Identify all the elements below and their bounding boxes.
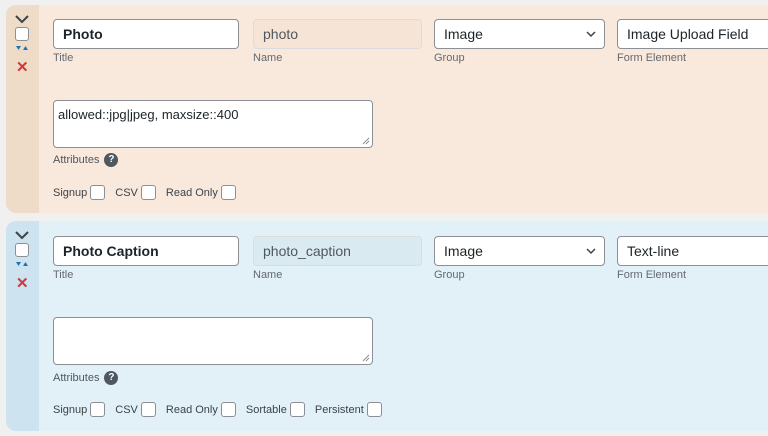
signup-checkbox[interactable]: [90, 185, 106, 200]
name-input[interactable]: photo: [253, 19, 422, 49]
group-select-value: Image: [444, 26, 483, 42]
option-sortable[interactable]: Sortable: [246, 402, 305, 417]
field-row-photo: ✕ Photo Title photo Name Image Group Ima…: [6, 5, 768, 213]
group-select[interactable]: Image: [434, 236, 605, 266]
sort-arrows-icon[interactable]: [15, 261, 29, 273]
row-select-checkbox[interactable]: [15, 243, 29, 257]
row-select-checkbox[interactable]: [15, 27, 29, 41]
title-input[interactable]: Photo Caption: [53, 236, 239, 266]
row-controls: ✕: [6, 5, 39, 213]
attributes-label: Attributes?: [53, 153, 119, 167]
name-input[interactable]: photo_caption: [253, 236, 422, 266]
read-only-checkbox[interactable]: [220, 185, 236, 200]
field-options: Signup CSV Read Only: [53, 185, 246, 200]
option-label: Read Only: [165, 403, 218, 416]
name-caption: Name: [253, 52, 283, 64]
chevron-down-icon[interactable]: [14, 14, 30, 24]
option-csv[interactable]: CSV: [115, 402, 156, 417]
group-caption: Group: [434, 269, 465, 281]
form-element-select[interactable]: Image Upload Field: [617, 19, 768, 49]
sort-arrows-icon[interactable]: [15, 45, 29, 57]
option-label: Signup: [53, 403, 88, 416]
group-select[interactable]: Image: [434, 19, 605, 49]
option-read-only[interactable]: Read Only: [166, 402, 236, 417]
csv-checkbox[interactable]: [140, 402, 156, 417]
option-read-only[interactable]: Read Only: [166, 185, 236, 200]
attributes-textarea[interactable]: allowed::jpg|jpeg, maxsize::400: [53, 100, 373, 148]
title-caption: Title: [53, 52, 74, 64]
form-element-caption: Form Element: [617, 52, 687, 64]
option-label: CSV: [115, 186, 138, 199]
resize-grip-icon[interactable]: [362, 137, 370, 145]
form-element-caption: Form Element: [617, 269, 687, 281]
attributes-caption: Attributes: [53, 153, 100, 166]
signup-checkbox[interactable]: [90, 402, 106, 417]
attributes-value: allowed::jpg|jpeg, maxsize::400: [58, 107, 239, 122]
form-element-select[interactable]: Text-line: [617, 236, 768, 266]
option-csv[interactable]: CSV: [115, 185, 156, 200]
title-caption: Title: [53, 269, 74, 281]
group-caption: Group: [434, 52, 465, 64]
help-icon[interactable]: ?: [104, 371, 119, 385]
option-persistent[interactable]: Persistent: [315, 402, 382, 417]
persistent-checkbox[interactable]: [366, 402, 382, 417]
option-signup[interactable]: Signup: [53, 185, 106, 200]
option-label: CSV: [115, 403, 138, 416]
delete-x-icon[interactable]: ✕: [16, 60, 29, 75]
option-label: Persistent: [314, 403, 364, 416]
name-caption: Name: [253, 269, 283, 281]
field-row-photo-caption: ✕ Photo Caption Title photo_caption Name…: [6, 221, 768, 431]
option-signup[interactable]: Signup: [53, 402, 106, 417]
option-label: Signup: [53, 186, 88, 199]
chevron-down-icon: [586, 248, 596, 255]
sortable-checkbox[interactable]: [289, 402, 305, 417]
attributes-label: Attributes?: [53, 371, 119, 385]
read-only-checkbox[interactable]: [220, 402, 236, 417]
option-label: Sortable: [245, 403, 287, 416]
chevron-down-icon[interactable]: [14, 230, 30, 240]
help-icon[interactable]: ?: [104, 153, 119, 167]
title-input[interactable]: Photo: [53, 19, 239, 49]
option-label: Read Only: [165, 186, 218, 199]
group-select-value: Image: [444, 243, 483, 259]
resize-grip-icon[interactable]: [362, 354, 370, 362]
chevron-down-icon: [586, 31, 596, 38]
delete-x-icon[interactable]: ✕: [16, 276, 29, 291]
row-controls: ✕: [6, 221, 39, 431]
attributes-textarea[interactable]: [53, 317, 373, 365]
field-options: Signup CSV Read Only Sortable Persistent: [53, 402, 392, 417]
attributes-caption: Attributes: [53, 371, 100, 384]
csv-checkbox[interactable]: [140, 185, 156, 200]
